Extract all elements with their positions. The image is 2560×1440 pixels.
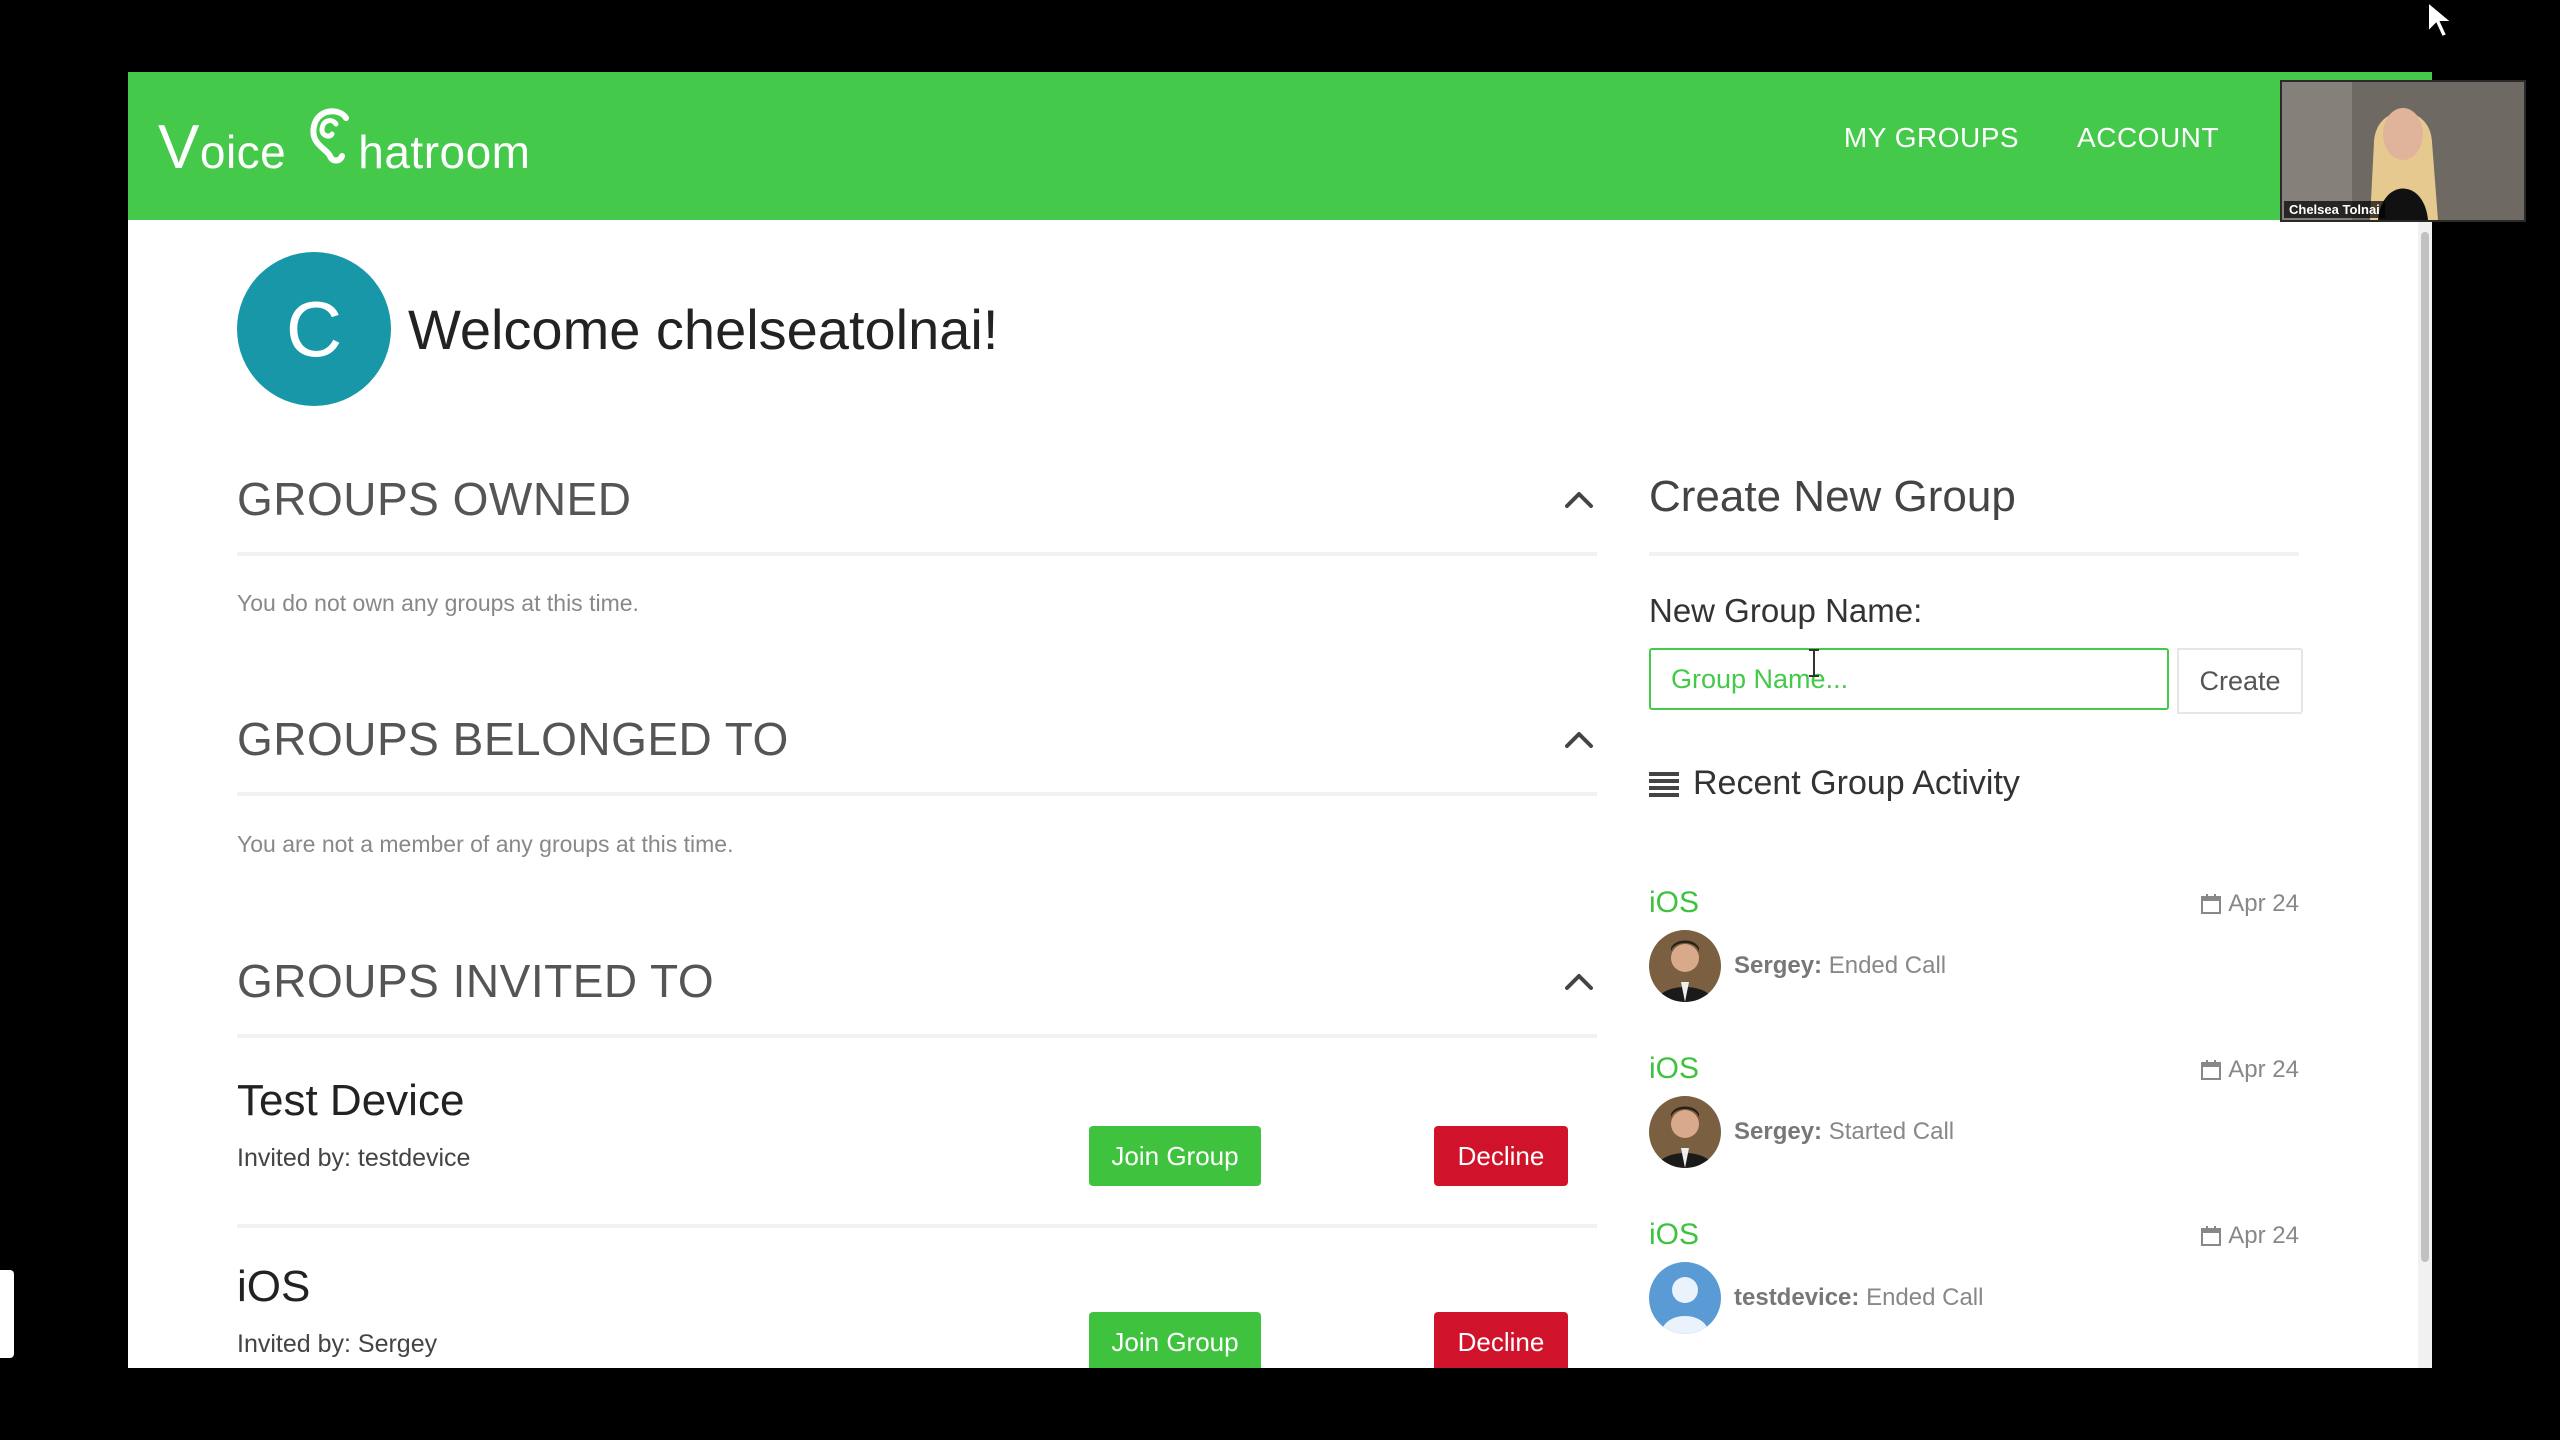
groups-invited-header[interactable]: GROUPS INVITED TO	[237, 954, 1597, 1038]
user-avatar: C	[237, 252, 391, 406]
join-group-button[interactable]: Join Group	[1089, 1126, 1261, 1186]
chevron-up-icon[interactable]	[1561, 722, 1597, 758]
decline-button[interactable]: Decline	[1434, 1126, 1568, 1186]
calendar-icon	[2201, 1060, 2222, 1080]
groups-belonged-title: GROUPS BELONGED TO	[237, 713, 789, 765]
activity-date-text: Apr 24	[2228, 1056, 2299, 1083]
activity-text: Sergey: Started Call	[1734, 1118, 1954, 1146]
user-photo-avatar	[1649, 1096, 1721, 1168]
ear-icon	[306, 108, 356, 168]
logo-letter-v: V	[158, 113, 200, 182]
activity-group-link[interactable]: iOS	[1649, 886, 1699, 920]
user-photo-avatar	[1649, 930, 1721, 1002]
activity-item: iOS Apr 24 Sergey:	[1649, 886, 2299, 1036]
invite-by-text: Invited by: testdevice	[237, 1144, 471, 1172]
chevron-up-icon[interactable]	[1561, 964, 1597, 1000]
activity-action: Started Call	[1828, 1118, 1955, 1145]
activity-action: Ended Call	[1866, 1284, 1984, 1311]
recent-activity-title: Recent Group Activity	[1693, 764, 2020, 802]
voice-chatroom-logo[interactable]: V oice hatroom	[158, 108, 531, 183]
calendar-icon	[2201, 1226, 2222, 1246]
create-group-title: Create New Group	[1649, 472, 2016, 521]
logo-text-hatroom: hatroom	[358, 126, 531, 178]
activity-item: iOS Apr 24 Sergey:	[1649, 1052, 2299, 1202]
invite-group-name: Test Device	[237, 1076, 465, 1125]
chevron-up-icon[interactable]	[1561, 482, 1597, 518]
groups-owned-title: GROUPS OWNED	[237, 473, 632, 525]
welcome-heading: Welcome chelseatolnai!	[408, 298, 999, 361]
groups-belonged-empty: You are not a member of any groups at th…	[237, 831, 734, 857]
left-edge-widget[interactable]	[0, 1270, 14, 1358]
activity-user: Sergey:	[1734, 1118, 1823, 1145]
app-window: V oice hatroom MY GROUPS ACCOUNT C Welco…	[128, 72, 2432, 1368]
activity-date-text: Apr 24	[2228, 1222, 2299, 1249]
activity-date: Apr 24	[2200, 890, 2299, 918]
scrollbar-thumb[interactable]	[2421, 232, 2429, 1262]
activity-user: Sergey:	[1734, 952, 1823, 979]
video-call-thumbnail[interactable]: Chelsea Tolnai	[2280, 80, 2526, 222]
logo-text-oice: oice	[199, 126, 287, 178]
groups-owned-header[interactable]: GROUPS OWNED	[237, 472, 1597, 556]
activity-text: testdevice: Ended Call	[1734, 1284, 1983, 1312]
activity-user: testdevice:	[1734, 1284, 1860, 1311]
invite-group-name: iOS	[237, 1262, 311, 1311]
create-group-divider	[1649, 552, 2299, 556]
participant-video-icon	[2282, 82, 2524, 220]
text-cursor-icon	[1809, 649, 1819, 677]
join-group-button[interactable]: Join Group	[1089, 1312, 1261, 1368]
activity-item: iOS Apr 24 testdevice: Ended Call	[1649, 1218, 2299, 1368]
create-group-column: Create New Group New Group Name: Create …	[1649, 72, 2303, 1368]
group-name-label: New Group Name:	[1649, 592, 1923, 629]
default-user-avatar	[1649, 1262, 1721, 1334]
activity-action: Ended Call	[1828, 952, 1947, 979]
mouse-cursor-icon	[2427, 0, 2455, 39]
groups-invited-title: GROUPS INVITED TO	[237, 955, 715, 1007]
group-name-input[interactable]	[1649, 648, 2169, 710]
invite-divider	[237, 1224, 1597, 1228]
activity-date: Apr 24	[2200, 1056, 2299, 1084]
participant-name: Chelsea Tolnai	[2284, 201, 2385, 218]
recent-activity-header: Recent Group Activity	[1649, 764, 2020, 803]
groups-owned-empty: You do not own any groups at this time.	[237, 590, 639, 616]
invite-by-text: Invited by: Sergey	[237, 1330, 438, 1358]
list-icon	[1649, 771, 1679, 797]
activity-text: Sergey: Ended Call	[1734, 952, 1946, 980]
activity-date: Apr 24	[2200, 1222, 2299, 1250]
activity-group-link[interactable]: iOS	[1649, 1052, 1699, 1086]
create-button[interactable]: Create	[2177, 648, 2303, 714]
groups-belonged-header[interactable]: GROUPS BELONGED TO	[237, 712, 1597, 796]
activity-date-text: Apr 24	[2228, 890, 2299, 917]
avatar-initial: C	[285, 284, 343, 373]
calendar-icon	[2201, 894, 2222, 914]
decline-button[interactable]: Decline	[1434, 1312, 1568, 1368]
activity-group-link[interactable]: iOS	[1649, 1218, 1699, 1252]
